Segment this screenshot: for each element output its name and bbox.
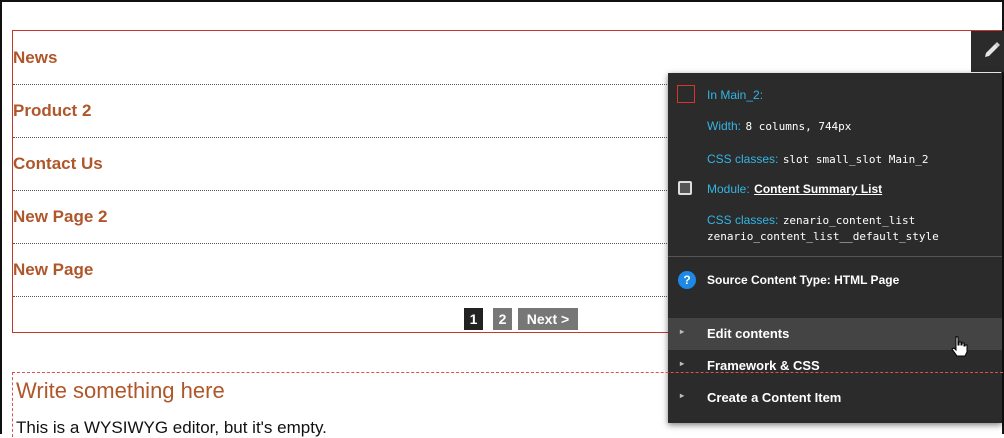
list-item[interactable]: News — [13, 31, 673, 85]
module-css-label: CSS classes: — [707, 213, 779, 227]
list-item-link[interactable]: News — [13, 48, 57, 68]
module-icon — [678, 181, 692, 195]
module-label: Module: — [707, 182, 750, 196]
menu-item-edit-contents[interactable]: ▸ Edit contents — [668, 318, 1002, 357]
module-css-info: CSS classes: zenario_content_list — [707, 211, 915, 229]
page-2-button[interactable]: 2 — [493, 308, 512, 330]
width-info: Width: 8 columns, 744px — [707, 117, 851, 135]
page-1-button[interactable]: 1 — [464, 308, 483, 330]
list-item-link[interactable]: New Page — [13, 260, 93, 280]
menu-item-label: Edit contents — [707, 326, 790, 341]
list-item-link[interactable]: Contact Us — [13, 154, 103, 174]
popup-divider — [668, 256, 1002, 257]
module-info: Module: Content Summary List — [707, 180, 882, 198]
source-content-type: Source Content Type: HTML Page — [707, 273, 900, 287]
list-item-link[interactable]: New Page 2 — [13, 207, 108, 227]
menu-arrow-icon: ▸ — [680, 359, 685, 368]
list-item[interactable]: Contact Us — [13, 137, 673, 191]
menu-item-label: Framework & CSS — [707, 358, 820, 373]
slot-css-info: CSS classes: slot small_slot Main_2 — [707, 150, 929, 168]
list-item[interactable]: New Page — [13, 243, 673, 297]
module-css-value-2: zenario_content_list__default_style — [707, 230, 939, 243]
list-item[interactable]: Product 2 — [13, 84, 673, 138]
wysiwyg-title[interactable]: Write something here — [16, 378, 225, 404]
slot-control-popup: In Main_2: Width: 8 columns, 744px CSS c… — [668, 73, 1002, 423]
edit-slot-button[interactable] — [971, 31, 1004, 72]
module-css-value-1: zenario_content_list — [782, 214, 916, 227]
list-item-link[interactable]: Product 2 — [13, 101, 91, 121]
width-label: Width: — [707, 119, 742, 133]
wysiwyg-body[interactable]: This is a WYSIWYG editor, but it's empty… — [16, 418, 327, 438]
next-page-button[interactable]: Next > — [518, 308, 578, 330]
width-value: 8 columns, 744px — [745, 120, 852, 133]
slot-css-label: CSS classes: — [707, 152, 779, 166]
help-icon[interactable]: ? — [678, 271, 696, 289]
module-name-link[interactable]: Content Summary List — [754, 182, 882, 196]
pencil-icon — [985, 42, 1000, 57]
list-item[interactable]: New Page 2 — [13, 190, 673, 244]
slot-name-label: In Main_2: — [707, 88, 764, 102]
slot-css-value: slot small_slot Main_2 — [782, 153, 929, 166]
menu-arrow-icon: ▸ — [680, 327, 685, 336]
slot-outline-icon — [677, 85, 695, 103]
